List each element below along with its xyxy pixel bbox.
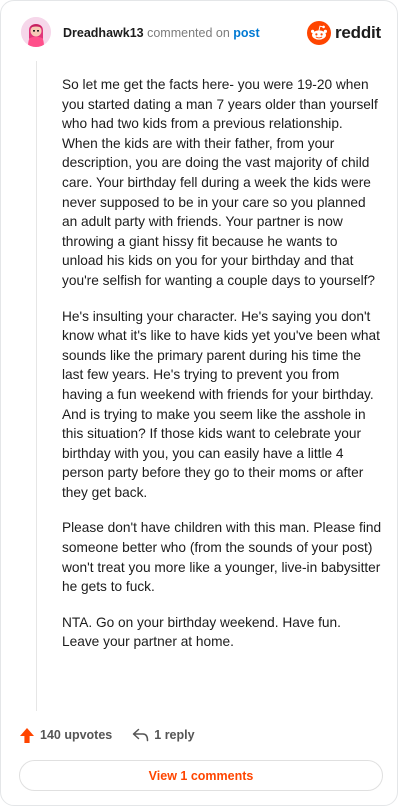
upvote-button[interactable]: 140 upvotes — [19, 727, 112, 744]
action-text: commented on — [147, 26, 230, 40]
comment-card: Dreadhawk13 commented on post reddit So … — [0, 0, 398, 806]
reply-button[interactable]: 1 reply — [132, 728, 195, 742]
reply-count: 1 reply — [154, 728, 195, 742]
view-comments-button[interactable]: View 1 comments — [19, 760, 383, 791]
comment-paragraph: So let me get the facts here- you were 1… — [62, 77, 378, 288]
post-link[interactable]: post — [233, 26, 259, 40]
comment-meta: Dreadhawk13 commented on post — [63, 26, 260, 40]
comment-paragraph: He's insulting your character. He's sayi… — [62, 308, 380, 500]
comment-paragraph: NTA. Go on your birthday weekend. Have f… — [62, 614, 341, 650]
reddit-snoo-icon — [306, 21, 331, 45]
reddit-brand[interactable]: reddit — [306, 21, 381, 45]
comment-header: Dreadhawk13 commented on post reddit — [1, 1, 397, 65]
comment-actions: 140 upvotes 1 reply — [19, 725, 195, 745]
comment-body: So let me get the facts here- you were 1… — [62, 75, 382, 668]
comment-paragraph: Please don't have children with this man… — [62, 520, 382, 595]
upvote-count: 140 upvotes — [40, 728, 113, 742]
reply-arrow-icon — [133, 728, 149, 742]
username-link[interactable]: Dreadhawk13 — [63, 26, 144, 40]
upvote-arrow-icon — [20, 727, 34, 743]
avatar[interactable] — [21, 17, 51, 47]
brand-text: reddit — [334, 23, 381, 42]
thread-line — [36, 61, 37, 711]
